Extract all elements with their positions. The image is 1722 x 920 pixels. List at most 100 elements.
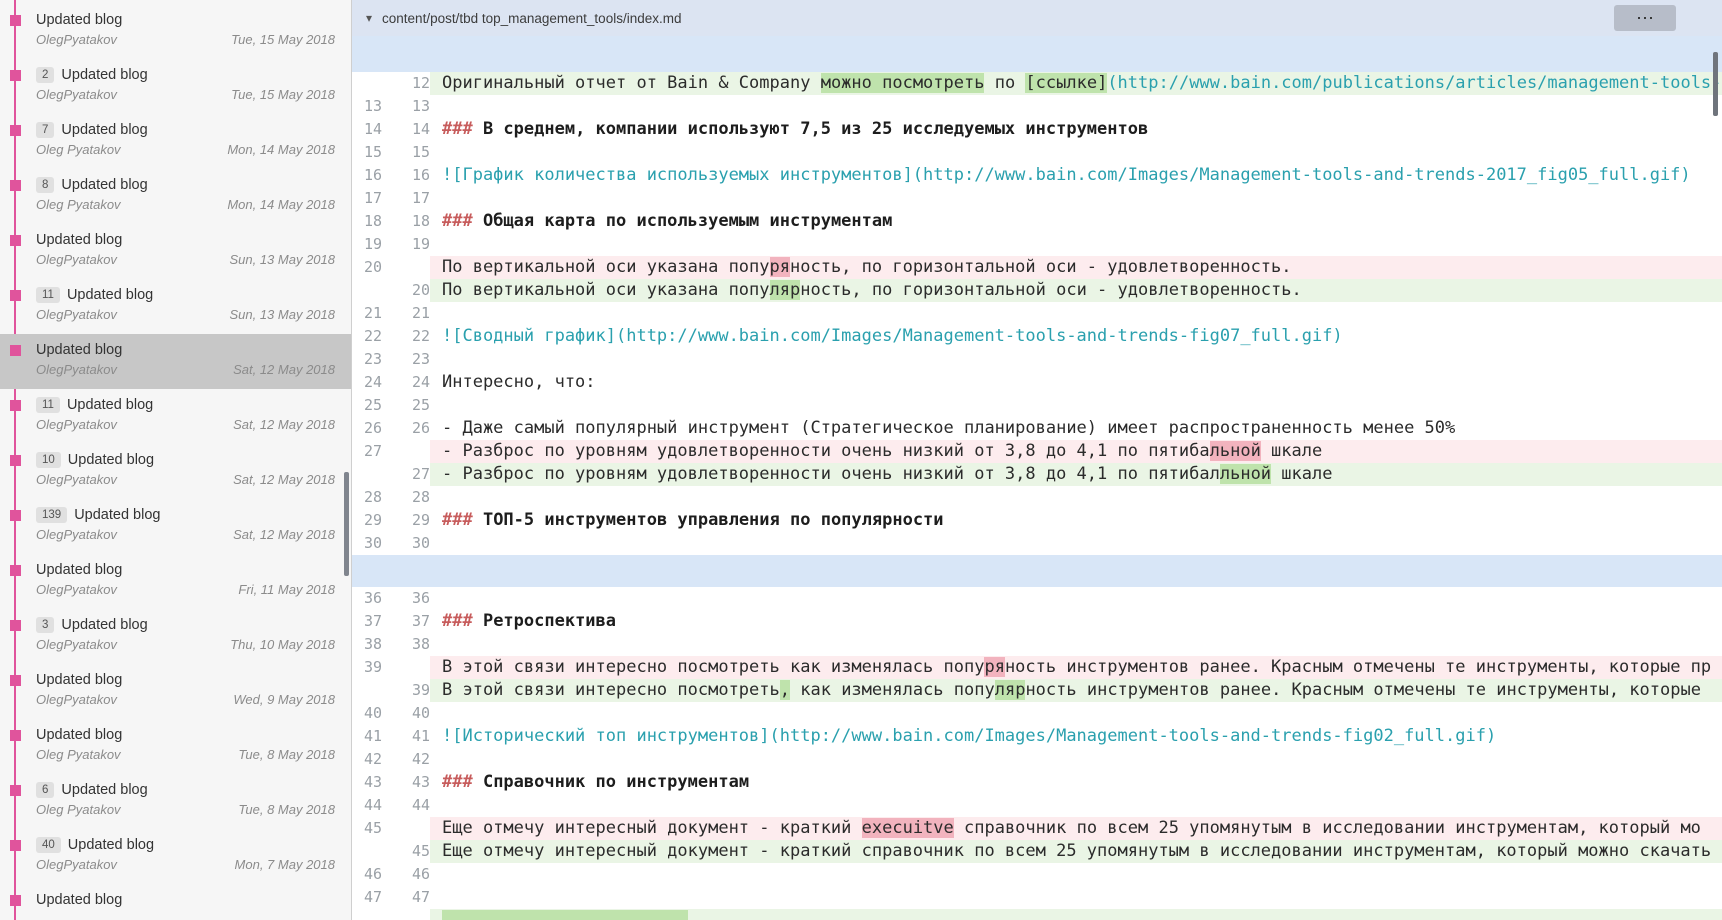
code-segment: Ретроспектива	[472, 611, 617, 631]
code-line: Интересно, что:	[430, 371, 1722, 394]
commit-marker-icon	[10, 565, 21, 576]
diff-row: 16 16 ![График количества используемых инс…	[352, 164, 1722, 187]
new-line-number: 39	[411, 681, 430, 699]
commit-item[interactable]: 11 Updated blog OlegPyatakov Sat, 12 May 20…	[0, 389, 351, 444]
old-line-number	[352, 463, 382, 486]
diff-row: 26 26 - Даже самый популярный инструмент (…	[352, 417, 1722, 440]
diff-row: 17 17	[352, 187, 1722, 210]
code-segment: ляр	[769, 280, 801, 300]
new-line-number: 29	[411, 511, 430, 529]
diff-row: 41 41 ![Исторический топ инструментов](htt…	[352, 725, 1722, 748]
commit-item[interactable]: 10 Updated blog OlegPyatakov Sat, 12 May 20…	[0, 444, 351, 499]
file-menu-button[interactable]: ⋯	[1614, 5, 1676, 31]
commit-item[interactable]: 2 Updated blog OlegPyatakov Tue, 15 May 201…	[0, 59, 351, 114]
code-line: По вертикальной оси указана популярность…	[430, 279, 1722, 302]
commit-title: Updated blog	[36, 891, 123, 908]
new-line-number: 43	[411, 773, 430, 791]
commit-item[interactable]: 11 Updated blog OlegPyatakov Sun, 13 May 20…	[0, 279, 351, 334]
code-segment: Общая карта по используемым инструментам	[472, 211, 893, 231]
commit-badge: 2	[36, 66, 55, 83]
code-segment: шкале	[1260, 441, 1323, 461]
old-line-number: 42	[363, 750, 382, 768]
new-line-number: 16	[411, 166, 430, 184]
old-line-number: 16	[363, 166, 382, 184]
commit-item[interactable]: 3 Updated blog OlegPyatakov Thu, 10 May 201…	[0, 609, 351, 664]
code-segment: ![График количества используемых инструм…	[442, 165, 1691, 185]
commit-title: Updated blog	[74, 506, 161, 523]
code-line: - Даже самый популярный инструмент (Стра…	[430, 417, 1722, 440]
commit-badge: 11	[36, 286, 60, 303]
commit-title-row: Updated blog	[0, 719, 351, 744]
code-segment: ###	[442, 119, 473, 139]
old-line-number	[352, 679, 382, 702]
commit-author: OlegPyatakov	[36, 857, 117, 872]
code-segment: льной	[1219, 464, 1272, 484]
old-line-number	[352, 279, 382, 302]
commit-item[interactable]: Updated blog Oleg Pyatakov Tue, 8 May 2018	[0, 719, 351, 774]
commit-item[interactable]: Updated blog OlegPyatakov Tue, 15 May 2018	[0, 4, 351, 59]
diff-scrollbar-thumb[interactable]	[1713, 52, 1718, 116]
commit-list: Updated blog OlegPyatakov Tue, 15 May 2018…	[0, 0, 351, 920]
code-segment: execuitve	[861, 818, 954, 838]
code-segment: По вертикальной оси указана попу	[442, 280, 770, 300]
code-segment: - Даже самый популярный инструмент (Стра…	[442, 418, 1456, 438]
old-line-number: 25	[363, 396, 382, 414]
collapsed-lines-band[interactable]	[352, 555, 1722, 587]
commit-item[interactable]: 139 Updated blog OlegPyatakov Sat, 12 May 2…	[0, 499, 351, 554]
sidebar-scrollbar-thumb[interactable]	[344, 472, 349, 576]
commit-title-row: 3 Updated blog	[0, 609, 351, 634]
commit-marker-icon	[10, 15, 21, 26]
diff-row: 27 - Разброс по уровням удовлетворенности…	[352, 440, 1722, 463]
commit-title-row: Updated blog	[0, 884, 351, 909]
commit-item[interactable]: Updated blog OlegPyatakov Wed, 9 May 2018	[0, 664, 351, 719]
commit-date: Mon, 14 May 2018	[227, 142, 335, 157]
chevron-down-icon[interactable]: ▾	[366, 11, 372, 25]
code-segment: - Разброс по уровням удовлетворенности о…	[442, 464, 1220, 484]
code-line: ### Общая карта по используемым инструме…	[430, 210, 1722, 233]
commit-item[interactable]: Updated blog OlegPyatakov Sun, 13 May 2018	[0, 224, 351, 279]
commit-item[interactable]: 7 Updated blog Oleg Pyatakov Mon, 14 May 20…	[0, 114, 351, 169]
commit-author: OlegPyatakov	[36, 87, 117, 102]
old-line-number: 24	[363, 373, 382, 391]
new-line-number: 12	[411, 74, 430, 92]
commit-item[interactable]: 40 Updated blog OlegPyatakov Mon, 7 May 201…	[0, 829, 351, 884]
commit-title: Updated blog	[66, 396, 154, 413]
commit-date: Tue, 8 May 2018	[238, 802, 335, 817]
commit-item[interactable]: 8 Updated blog Oleg Pyatakov Mon, 14 May 20…	[0, 169, 351, 224]
commit-item[interactable]: Updated blog	[0, 884, 351, 920]
commit-author: OlegPyatakov	[36, 417, 117, 432]
commit-meta-row: OlegPyatakov Mon, 7 May 2018	[0, 854, 351, 872]
code-segment: ###	[442, 211, 473, 231]
old-line-number: 45	[363, 819, 382, 837]
code-segment: льной	[1209, 441, 1261, 461]
old-line-number: 43	[363, 773, 382, 791]
code-segment: В этой связи интересно посмотреть как из…	[442, 657, 985, 677]
commit-marker-icon	[10, 455, 21, 466]
diff-row: 18 18 ### Общая карта по используемым инст…	[352, 210, 1722, 233]
old-line-number: 18	[363, 212, 382, 230]
new-line-number: 45	[411, 842, 430, 860]
commit-title: Updated blog	[67, 451, 155, 468]
commit-item[interactable]: Updated blog OlegPyatakov Fri, 11 May 2018	[0, 554, 351, 609]
old-line-number: 39	[363, 658, 382, 676]
commit-meta-row: OlegPyatakov Sat, 12 May 2018	[0, 359, 351, 377]
old-line-number: 37	[363, 612, 382, 630]
old-line-number: 26	[363, 419, 382, 437]
commit-meta-row: Oleg Pyatakov Tue, 8 May 2018	[0, 799, 351, 817]
code-line: ### Ретроспектива	[430, 610, 1722, 633]
expand-context-band[interactable]	[352, 36, 1722, 72]
commit-title-row: 11 Updated blog	[0, 389, 351, 414]
old-line-number: 19	[363, 235, 382, 253]
commit-item[interactable]: Updated blog OlegPyatakov Sat, 12 May 2018	[0, 334, 351, 389]
commit-author: OlegPyatakov	[36, 32, 117, 47]
new-line-number: 24	[411, 373, 430, 391]
diff-row: 39 В этой связи интересно посмотреть как …	[352, 656, 1722, 679]
commit-item[interactable]: 6 Updated blog Oleg Pyatakov Tue, 8 May 201…	[0, 774, 351, 829]
commit-date: Sat, 12 May 2018	[233, 527, 335, 542]
new-line-number: 41	[411, 727, 430, 745]
diff-row: 46 46	[352, 863, 1722, 886]
